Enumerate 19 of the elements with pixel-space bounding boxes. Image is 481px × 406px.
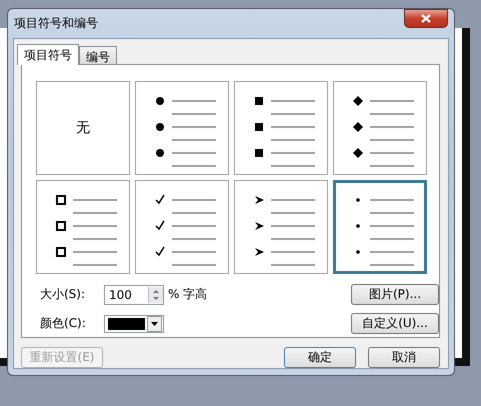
close-button[interactable] (404, 9, 448, 28)
picture-button[interactable]: 图片(P)... (351, 284, 439, 305)
bullet-option[interactable] (234, 81, 328, 175)
unit-label: % 字高 (168, 286, 208, 303)
cancel-button[interactable]: 取消 (368, 347, 440, 368)
size-spinner[interactable]: 100 (104, 284, 164, 304)
bullet-option[interactable] (36, 180, 130, 274)
tab[interactable]: 项目符号 (17, 44, 79, 65)
color-label: 颜色(C): (40, 315, 87, 332)
color-picker[interactable] (104, 314, 164, 332)
window-title: 项目符号和编号 (14, 15, 98, 32)
ok-button[interactable]: 确定 (284, 347, 356, 368)
dropdown-arrow-icon (151, 322, 158, 326)
bullet-option[interactable]: 无 (36, 81, 130, 175)
spin-arrows-icon[interactable] (148, 286, 163, 302)
size-label: 大小(S): (40, 286, 86, 303)
tab[interactable]: 编号 (79, 46, 117, 64)
customize-button[interactable]: 自定义(U)... (351, 313, 439, 334)
close-icon (421, 14, 431, 23)
